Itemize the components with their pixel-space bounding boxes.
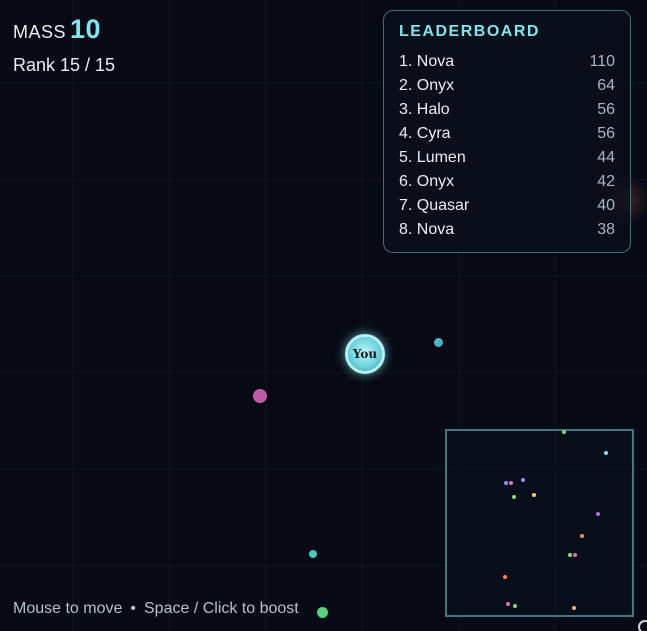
leaderboard-score: 110: [589, 53, 615, 70]
game-canvas[interactable]: MASS 10 Rank 15 / 15 LEADERBOARD 1. Nova …: [0, 0, 647, 631]
minimap-dot: [568, 553, 572, 557]
leaderboard-name: 1. Nova: [399, 53, 455, 70]
minimap-dot: [513, 604, 517, 608]
leaderboard-score: 56: [597, 125, 615, 142]
leaderboard-row: 5. Lumen 44: [399, 146, 615, 170]
leaderboard-name: 4. Cyra: [399, 125, 451, 142]
leaderboard-name: 7. Quasar: [399, 197, 470, 214]
player-cell: You: [345, 334, 385, 374]
leaderboard-row: 2. Onyx 64: [399, 74, 615, 98]
minimap-dot: [532, 493, 536, 497]
leaderboard-row: 1. Nova 110: [399, 50, 615, 74]
food-pellet: [309, 550, 317, 558]
leaderboard-score: 38: [597, 221, 615, 238]
food-pellet: [434, 338, 443, 347]
minimap-dot: [562, 430, 566, 434]
minimap-dot: [512, 495, 516, 499]
minimap-dot: [506, 602, 510, 606]
minimap-dot: [503, 575, 507, 579]
minimap-dot: [580, 534, 584, 538]
mass-display: MASS 10: [13, 14, 101, 45]
minimap-dot: [509, 481, 513, 485]
leaderboard-name: 5. Lumen: [399, 149, 466, 166]
leaderboard-row: 3. Halo 56: [399, 98, 615, 122]
leaderboard-name: 3. Halo: [399, 101, 450, 118]
leaderboard-row: 6. Onyx 42: [399, 170, 615, 194]
minimap: [445, 429, 634, 617]
leaderboard-score: 44: [597, 149, 615, 166]
leaderboard-name: 8. Nova: [399, 221, 455, 238]
minimap-dot: [604, 451, 608, 455]
leaderboard-score: 64: [597, 77, 615, 94]
leaderboard-row: 7. Quasar 40: [399, 194, 615, 218]
minimap-dot: [521, 478, 525, 482]
leaderboard-score: 40: [597, 197, 615, 214]
mass-value: 10: [70, 14, 102, 44]
hint-separator: •: [130, 600, 136, 617]
food-pellet: [317, 607, 328, 618]
minimap-dot: [596, 512, 600, 516]
move-hint: Mouse to move: [13, 600, 123, 617]
corner-ring-icon: [638, 620, 647, 631]
leaderboard-row: 8. Nova 38: [399, 218, 615, 242]
leaderboard-panel: LEADERBOARD 1. Nova 110 2. Onyx 64 3. Ha…: [383, 10, 631, 253]
leaderboard-score: 42: [597, 173, 615, 190]
leaderboard-name: 2. Onyx: [399, 77, 455, 94]
leaderboard-score: 56: [597, 101, 615, 118]
minimap-dot: [572, 606, 576, 610]
leaderboard-title: LEADERBOARD: [399, 23, 540, 40]
food-pellet: [253, 389, 267, 403]
controls-hint: Mouse to move • Space / Click to boost: [13, 600, 299, 618]
minimap-dot: [504, 481, 508, 485]
leaderboard-name: 6. Onyx: [399, 173, 455, 190]
leaderboard-row: 4. Cyra 56: [399, 122, 615, 146]
minimap-dot: [573, 553, 577, 557]
boost-hint: Space / Click to boost: [144, 600, 299, 617]
mass-label: MASS: [13, 22, 67, 42]
rank-display: Rank 15 / 15: [13, 55, 116, 75]
